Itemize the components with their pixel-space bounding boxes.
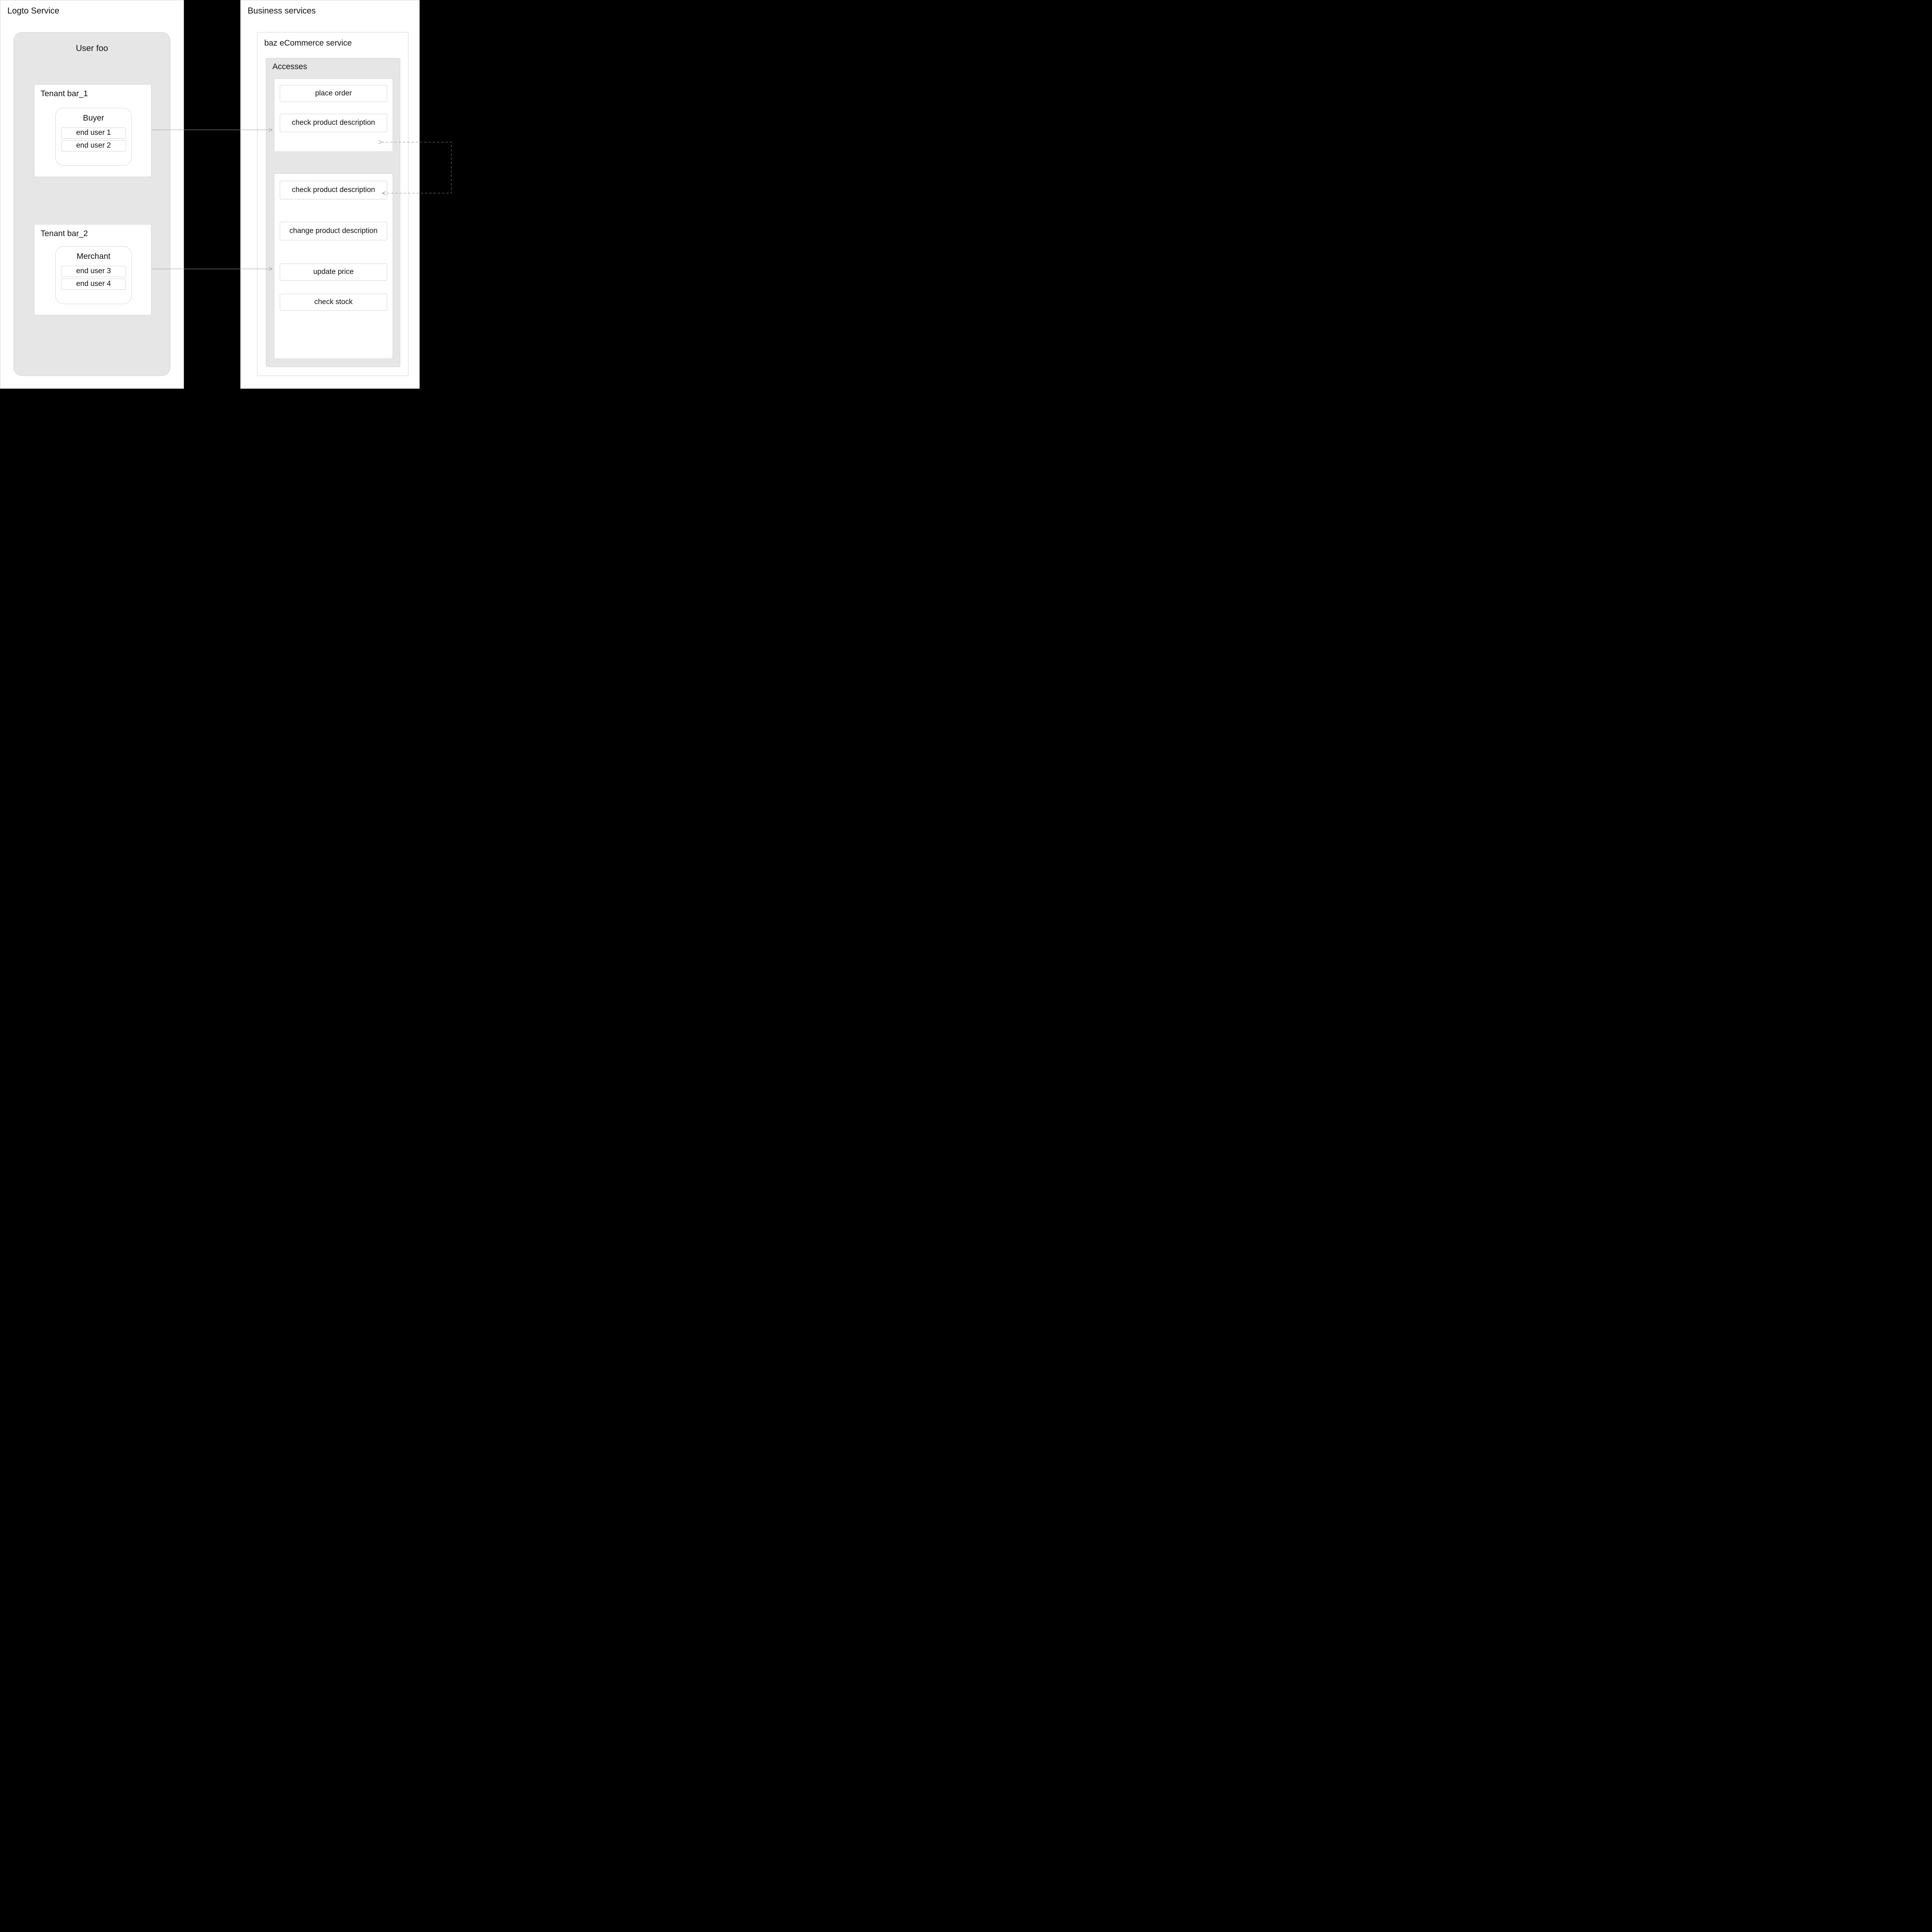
baz-ecommerce-title: baz eCommerce service [257, 32, 408, 53]
end-user-2: end user 2 [61, 140, 126, 151]
logto-service-panel: Logto Service User foo Tenant bar_1 Buye… [0, 0, 184, 389]
perm-check-product-description-buyer: check product description [280, 114, 387, 132]
buyer-role: Buyer end user 1 end user 2 [55, 108, 132, 166]
perm-place-order: place order [280, 85, 387, 102]
perm-change-product-description: change product description [280, 222, 387, 240]
tenant-bar-2: Tenant bar_2 Merchant end user 3 end use… [34, 224, 151, 315]
merchant-role: Merchant end user 3 end user 4 [55, 246, 132, 304]
user-foo-box: User foo Tenant bar_1 Buyer end user 1 e… [14, 32, 170, 376]
tenant-bar-1-title: Tenant bar_1 [34, 85, 151, 104]
perm-update-price: update price [280, 264, 387, 281]
accesses-box: Accesses place order check product descr… [266, 58, 400, 367]
end-user-1: end user 1 [61, 128, 126, 139]
perm-check-stock: check stock [280, 294, 387, 311]
end-user-3: end user 3 [61, 266, 126, 277]
buyer-title: Buyer [56, 108, 131, 126]
merchant-title: Merchant [56, 247, 131, 264]
logto-service-title: Logto Service [0, 0, 184, 20]
access-group-buyer: place order check product description [274, 78, 393, 152]
accesses-title: Accesses [266, 58, 400, 75]
access-group-merchant: check product description change product… [274, 173, 393, 359]
end-user-4: end user 4 [61, 279, 126, 290]
user-foo-title: User foo [14, 32, 170, 63]
perm-check-product-description-merchant: check product description [280, 181, 387, 199]
business-services-title: Business services [241, 0, 419, 20]
business-services-panel: Business services baz eCommerce service … [240, 0, 420, 389]
tenant-bar-2-title: Tenant bar_2 [34, 224, 151, 244]
baz-ecommerce-service: baz eCommerce service Accesses place ord… [257, 32, 408, 376]
tenant-bar-1: Tenant bar_1 Buyer end user 1 end user 2 [34, 84, 151, 177]
